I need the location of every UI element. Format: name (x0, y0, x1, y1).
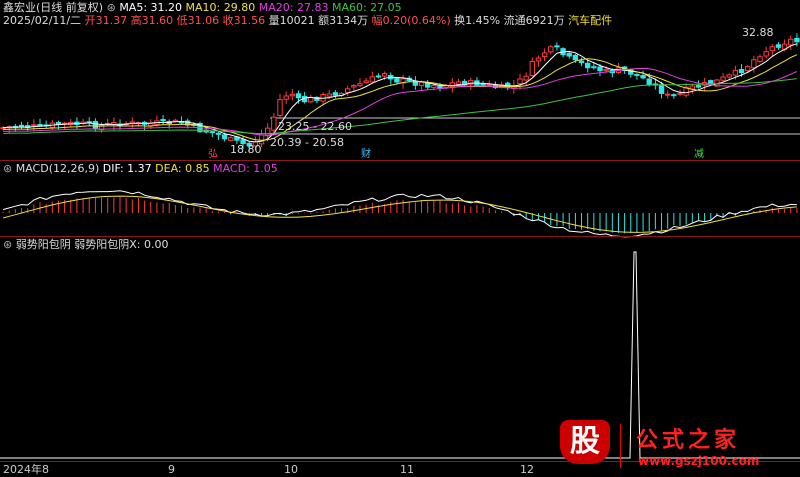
candle-body (744, 66, 751, 72)
watermark-divider (620, 424, 621, 468)
candle-body (351, 84, 357, 88)
axis-month-1: 2024年8 (3, 463, 49, 476)
axis-month-3: 10 (284, 463, 298, 476)
candle-body (221, 134, 228, 140)
candle-body (283, 95, 289, 100)
candle-body (92, 121, 99, 129)
candle-body (228, 137, 234, 141)
candle-body (554, 45, 560, 48)
candle-body (431, 85, 437, 88)
range-label-2: 20.39 - 20.58 (270, 136, 344, 149)
ma10-line (3, 54, 798, 141)
watermark-logo: 股 (560, 420, 610, 464)
candle-body (215, 132, 222, 135)
axis-month-5: 12 (520, 463, 534, 476)
candle-body (578, 60, 585, 64)
macd-dif-line (2, 190, 797, 238)
watermark-url: www.gszj100.com (638, 454, 760, 468)
panel-separator-1 (0, 160, 800, 161)
candle-body (523, 75, 529, 81)
candle-body (634, 73, 640, 76)
candle-body (726, 74, 732, 78)
candle-body (597, 66, 603, 72)
candle-body (271, 116, 277, 131)
indicator-value: 弱势阳包阴X: 0.00 (74, 238, 169, 251)
candle-body (375, 75, 382, 78)
candle-body (37, 124, 43, 127)
candle-body (344, 88, 351, 94)
candle-body (775, 44, 782, 48)
candle-body (677, 92, 683, 95)
candle-body (572, 54, 579, 61)
indicator-header: ⊛ 弱势阳包阴 弱势阳包阴X: 0.00 (3, 239, 168, 251)
panel-separator-2 (0, 236, 800, 237)
macd-title: MACD(12,26,9) (15, 162, 100, 175)
candle-body (541, 52, 548, 58)
candle-body (658, 84, 665, 94)
candle-body (664, 93, 671, 96)
candle-body (646, 78, 652, 85)
candle-body (763, 51, 769, 57)
candle-body (769, 46, 776, 52)
candle-body (751, 59, 757, 69)
candle-body (449, 82, 456, 88)
candle-body (566, 52, 572, 57)
candle-body (289, 93, 296, 97)
candle-body (529, 60, 536, 76)
macd-value: MACD: 1.05 (213, 162, 278, 175)
candle-body (794, 37, 800, 43)
candle-body (535, 57, 542, 62)
high-price-label: 32.88 (742, 26, 774, 39)
indicator-title: 弱势阳包阴 (15, 238, 71, 251)
candle-body (517, 78, 523, 85)
candle-body (603, 68, 609, 72)
candle-body (369, 76, 376, 83)
candle-body (695, 85, 702, 88)
macd-settings-icon[interactable]: ⊛ (3, 162, 12, 175)
candle-body (788, 38, 794, 46)
watermark-site-name: 公式之家 (636, 427, 741, 453)
candle-body (277, 99, 283, 116)
candle-body (738, 69, 745, 74)
low-price-label: 18.80 (230, 143, 262, 156)
candle-body (455, 81, 462, 85)
range-label-1: 23.25 - 22.60 (278, 120, 352, 133)
candle-body (591, 66, 597, 69)
candle-body (160, 119, 166, 122)
candle-body (548, 46, 554, 53)
candle-body (332, 92, 339, 96)
candle-body (418, 81, 425, 87)
candle-body (732, 69, 739, 76)
candle-body (437, 85, 443, 89)
axis-month-2: 9 (168, 463, 175, 476)
candle-body (31, 124, 37, 127)
candle-body (357, 83, 363, 87)
candle-body (757, 56, 763, 62)
macd-header: ⊛ MACD(12,26,9) DIF: 1.37 DEA: 0.85 MACD… (3, 163, 278, 175)
macd-dif: DIF: 1.37 (102, 162, 152, 175)
candle-body (394, 78, 400, 83)
candle-body (326, 93, 332, 97)
candle-body (720, 76, 726, 81)
candle-body (363, 80, 369, 84)
candle-body (381, 73, 388, 77)
candle-body (209, 131, 216, 134)
candle-body (480, 83, 486, 86)
candle-body (671, 94, 677, 97)
candle-body (640, 74, 646, 79)
axis-month-4: 11 (400, 463, 414, 476)
indicator-settings-icon[interactable]: ⊛ (3, 238, 12, 251)
candle-body (295, 93, 302, 99)
watermark: 股 公式之家 www.gszj100.com (558, 420, 798, 472)
candle-body (584, 62, 591, 69)
macd-dea: DEA: 0.85 (155, 162, 210, 175)
